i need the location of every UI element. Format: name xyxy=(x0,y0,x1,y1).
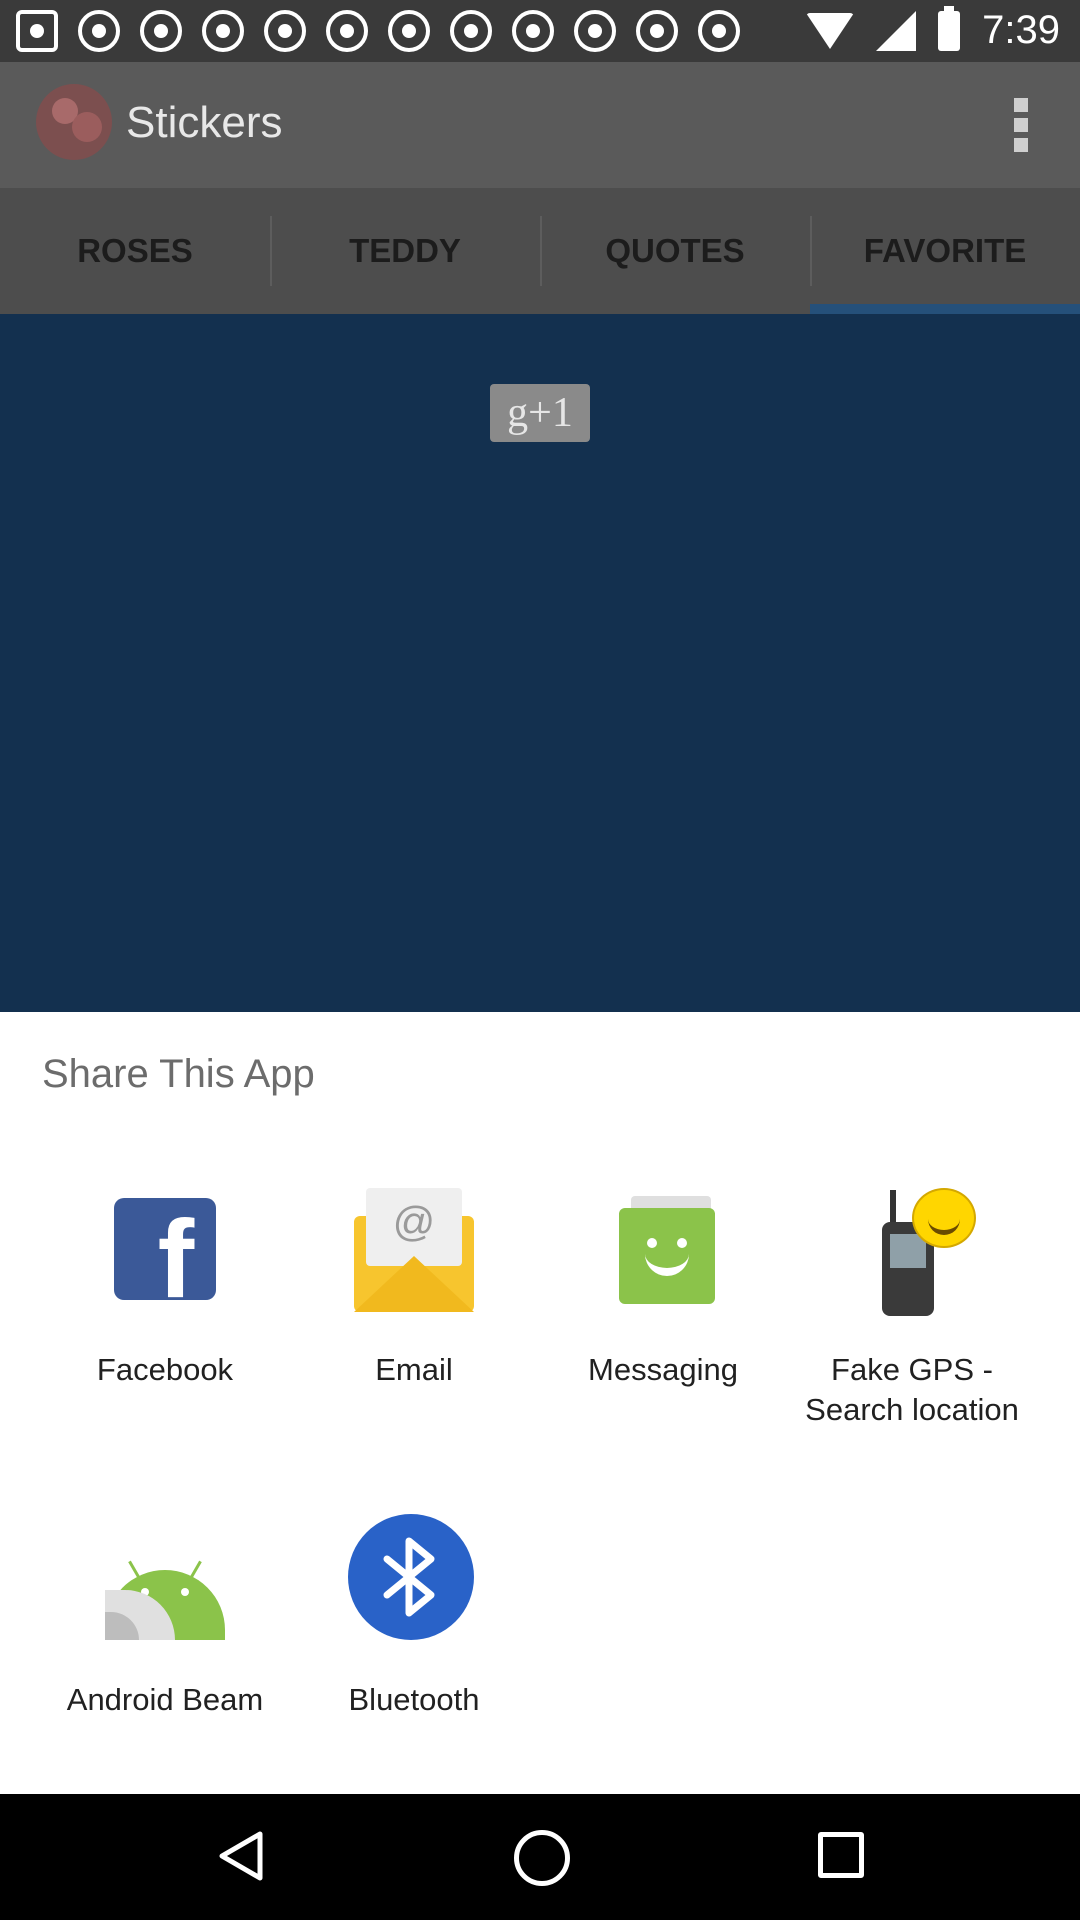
share-target-android-beam[interactable]: Android Beam xyxy=(40,1510,290,1720)
tab-favorite[interactable]: FAVORITE xyxy=(810,188,1080,314)
share-target-label: Email xyxy=(375,1352,453,1387)
tab-teddy[interactable]: TEDDY xyxy=(270,188,540,314)
notification-icon xyxy=(636,10,678,52)
share-target-label: Messaging xyxy=(588,1352,738,1387)
notification-icon xyxy=(698,10,740,52)
notification-icon xyxy=(512,10,554,52)
notification-icon xyxy=(450,10,492,52)
tab-quotes[interactable]: QUOTES xyxy=(540,188,810,314)
content-area: g+1 xyxy=(0,314,1080,1012)
notification-icons xyxy=(16,10,740,52)
android-beam-icon xyxy=(95,1510,235,1650)
notification-icon xyxy=(140,10,182,52)
share-target-email[interactable]: Email xyxy=(289,1180,539,1390)
share-target-label: Facebook xyxy=(96,1352,234,1387)
gplus-button[interactable]: g+1 xyxy=(490,384,590,442)
overflow-menu-icon[interactable] xyxy=(1014,98,1028,152)
share-sheet: Share This App f Facebook Email Messagin… xyxy=(0,1012,1080,1794)
facebook-icon: f xyxy=(95,1180,235,1320)
share-target-label: Android Beam xyxy=(66,1682,264,1717)
notification-icon xyxy=(326,10,368,52)
status-bar: 7:39 xyxy=(0,0,1080,62)
email-icon xyxy=(344,1180,484,1320)
app-bar: Stickers xyxy=(0,62,1080,188)
signal-icon xyxy=(876,10,917,51)
navigation-bar xyxy=(0,1794,1080,1920)
battery-icon xyxy=(938,5,961,51)
share-sheet-title: Share This App xyxy=(42,1052,315,1096)
share-target-messaging[interactable]: Messaging xyxy=(538,1180,788,1390)
app-title: Stickers xyxy=(126,98,283,147)
app-logo xyxy=(36,84,112,160)
notification-icon xyxy=(388,10,430,52)
bluetooth-icon xyxy=(344,1510,484,1650)
share-target-fake-gps[interactable]: Fake GPS - Search location xyxy=(787,1180,1037,1430)
share-target-label: Fake GPS - Search location xyxy=(805,1352,1019,1427)
notification-icon xyxy=(574,10,616,52)
notification-icon xyxy=(202,10,244,52)
share-target-facebook[interactable]: f Facebook xyxy=(40,1180,290,1390)
recent-apps-icon[interactable] xyxy=(818,1832,864,1878)
fake-gps-icon xyxy=(842,1180,982,1320)
tab-bar: ROSES TEDDY QUOTES FAVORITE xyxy=(0,188,1080,314)
home-icon[interactable] xyxy=(514,1830,570,1886)
notification-icon xyxy=(78,10,120,52)
share-target-label: Bluetooth xyxy=(348,1682,480,1717)
tab-roses[interactable]: ROSES xyxy=(0,188,270,314)
notification-icon xyxy=(264,10,306,52)
share-target-bluetooth[interactable]: Bluetooth xyxy=(289,1510,539,1720)
back-icon[interactable] xyxy=(214,1828,270,1884)
status-time: 7:39 xyxy=(982,8,1060,52)
wifi-icon xyxy=(806,12,855,49)
messaging-icon xyxy=(593,1180,733,1320)
notification-icon xyxy=(16,10,58,52)
